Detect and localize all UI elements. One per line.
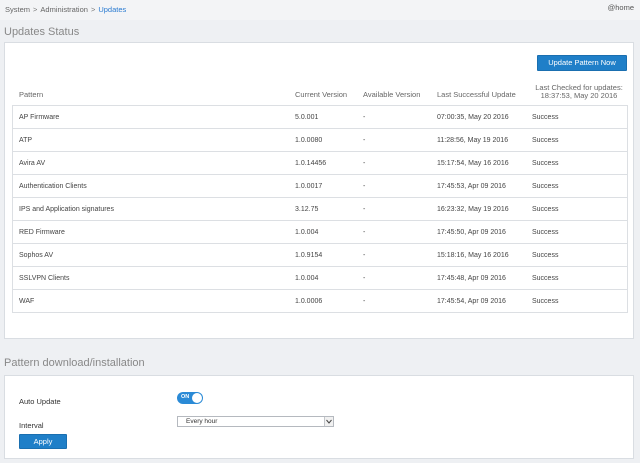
table-body: AP Firmware 5.0.001 - 07:00:35, May 20 2… [12,105,628,313]
breadcrumb-system[interactable]: System [5,5,30,14]
current-version: 5.0.001 [295,114,319,121]
toggle-state-text: ON [181,394,190,400]
toggle-knob [192,393,202,403]
pattern-name: IPS and Application signatures [19,206,114,213]
current-version: 1.0.004 [295,275,319,282]
update-status: Success [532,183,559,190]
current-version: 3.12.75 [295,206,319,213]
last-successful-update: 17:45:50, Apr 09 2016 [437,229,506,236]
update-status: Success [532,160,559,167]
pattern-download-title: Pattern download/installation [4,357,145,369]
pattern-download-panel: Auto Update ON Interval Every hour Apply [4,375,634,459]
updates-table: Pattern Current Version Available Versio… [12,83,628,313]
update-status: Success [532,137,559,144]
table-row: SSLVPN Clients 1.0.004 - 17:45:48, Apr 0… [13,267,627,290]
available-version: - [363,229,366,236]
table-row: WAF 1.0.0006 - 17:45:54, Apr 09 2016 Suc… [13,290,627,313]
interval-selected-value: Every hour [186,418,218,425]
available-version: - [363,275,366,282]
last-successful-update: 15:18:16, May 16 2016 [437,252,509,259]
auto-update-toggle[interactable]: ON [177,392,203,404]
updates-status-title: Updates Status [4,26,80,38]
pattern-name: AP Firmware [19,114,60,121]
update-status: Success [532,114,559,121]
pattern-name: Sophos AV [19,252,54,259]
last-successful-update: 11:28:56, May 19 2016 [437,137,509,144]
last-successful-update: 07:00:35, May 20 2016 [437,114,509,121]
column-header-last-successful-update: Last Successful Update [437,90,516,99]
breadcrumb-updates: Updates [98,5,127,14]
update-status: Success [532,229,559,236]
column-header-pattern: Pattern [19,90,44,99]
update-pattern-now-button[interactable]: Update Pattern Now [537,55,627,71]
available-version: - [363,252,366,259]
current-version: 1.0.004 [295,229,319,236]
table-row: Authentication Clients 1.0.0017 - 17:45:… [13,175,627,198]
current-version: 1.0.0080 [295,137,323,144]
breadcrumb-administration[interactable]: Administration [40,5,88,14]
apply-button[interactable]: Apply [19,434,67,449]
available-version: - [363,137,366,144]
last-successful-update: 16:23:32, May 19 2016 [437,206,509,213]
available-version: - [363,160,366,167]
last-successful-update: 17:45:48, Apr 09 2016 [437,275,506,282]
update-status: Success [532,252,559,259]
breadcrumb-separator: > [33,5,38,14]
pattern-name: RED Firmware [19,229,65,236]
home-link[interactable]: @home [608,3,634,12]
top-bar: System > Administration > Updates @home [0,0,640,20]
last-successful-update: 17:45:53, Apr 09 2016 [437,183,506,190]
updates-status-panel: Update Pattern Now Pattern Current Versi… [4,42,634,339]
pattern-name: WAF [19,298,35,305]
current-version: 1.0.0006 [295,298,323,305]
last-successful-update: 15:17:54, May 16 2016 [437,160,509,167]
pattern-name: Avira AV [19,160,46,167]
chevron-down-icon[interactable] [324,417,333,426]
interval-label: Interval [19,421,44,430]
breadcrumb: System > Administration > Updates [5,5,126,14]
current-version: 1.0.0017 [295,183,323,190]
column-header-available-version: Available Version [363,90,421,99]
pattern-name: Authentication Clients [19,183,87,190]
table-row: AP Firmware 5.0.001 - 07:00:35, May 20 2… [13,106,627,129]
current-version: 1.0.9154 [295,252,323,259]
table-row: Avira AV 1.0.14456 - 15:17:54, May 16 20… [13,152,627,175]
column-header-last-checked: Last Checked for updates: 18:37:53, May … [529,84,629,100]
breadcrumb-separator: > [90,5,96,14]
update-status: Success [532,206,559,213]
available-version: - [363,114,366,121]
last-successful-update: 17:45:54, Apr 09 2016 [437,298,506,305]
update-status: Success [532,298,559,305]
table-row: ATP 1.0.0080 - 11:28:56, May 19 2016 Suc… [13,129,627,152]
table-header: Pattern Current Version Available Versio… [12,83,628,105]
table-row: IPS and Application signatures 3.12.75 -… [13,198,627,221]
column-header-current-version: Current Version [295,90,348,99]
current-version: 1.0.14456 [295,160,327,167]
last-checked-time: 18:37:53, May 20 2016 [540,91,618,100]
available-version: - [363,183,366,190]
pattern-name: ATP [19,137,33,144]
pattern-name: SSLVPN Clients [19,275,70,282]
update-status: Success [532,275,559,282]
auto-update-label: Auto Update [19,397,61,406]
available-version: - [363,206,366,213]
table-row: RED Firmware 1.0.004 - 17:45:50, Apr 09 … [13,221,627,244]
table-row: Sophos AV 1.0.9154 - 15:18:16, May 16 20… [13,244,627,267]
interval-select[interactable]: Every hour [177,416,334,427]
available-version: - [363,298,366,305]
